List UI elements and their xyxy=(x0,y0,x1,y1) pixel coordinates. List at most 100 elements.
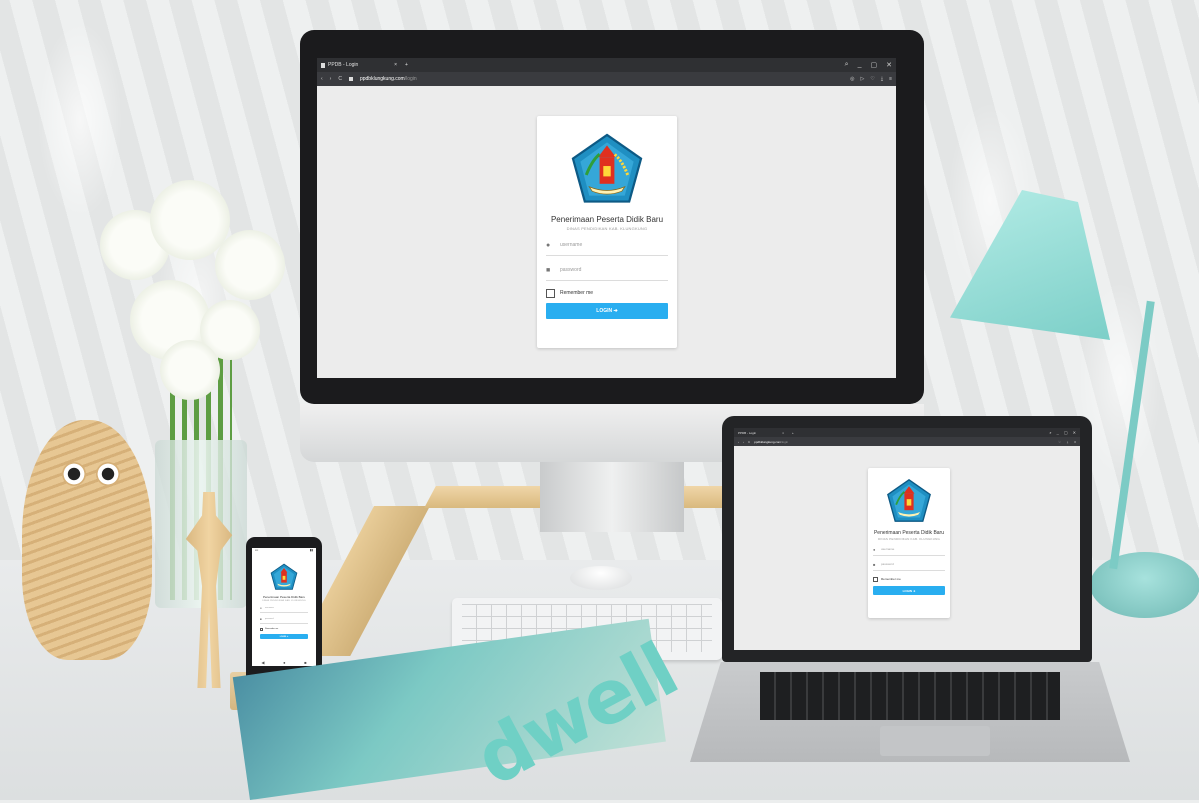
download-icon[interactable]: ⤓ xyxy=(1067,440,1068,444)
home-icon[interactable]: ● xyxy=(283,660,285,665)
password-placeholder: password xyxy=(560,267,582,273)
password-field[interactable]: ■ password xyxy=(546,260,668,281)
klungkung-emblem-icon xyxy=(270,563,298,590)
browser-tab-bar: PPDB - Login × + ⌕ _ ▢ ✕ xyxy=(317,58,896,72)
search-icon[interactable]: ⌕ xyxy=(1049,430,1051,435)
reload-icon[interactable]: C xyxy=(338,76,342,82)
login-page: Penerimaan Peserta Didik Baru DINAS PEND… xyxy=(317,86,896,378)
checkbox-box[interactable] xyxy=(546,288,555,298)
page-icon xyxy=(321,62,325,68)
laptop-keyboard xyxy=(760,672,1060,720)
remember-me-label: Remember me xyxy=(265,628,279,630)
user-icon: ● xyxy=(546,241,551,249)
maximize-icon[interactable]: ▢ xyxy=(871,61,878,69)
password-placeholder: password xyxy=(881,562,894,566)
maximize-icon[interactable]: ▢ xyxy=(1064,430,1068,435)
login-page: Penerimaan Peserta Didik Baru DINAS PEND… xyxy=(734,446,1080,650)
download-icon[interactable]: ⤓ xyxy=(881,76,883,82)
browser-tab[interactable]: PPDB - Login × xyxy=(738,428,788,437)
login-card: Penerimaan Peserta Didik Baru DINAS PEND… xyxy=(537,116,677,348)
wooden-owl xyxy=(22,420,152,660)
flower xyxy=(160,340,220,400)
heart-icon[interactable]: ♡ xyxy=(870,76,874,82)
monitor-stand xyxy=(540,462,684,532)
back-icon[interactable]: ‹ xyxy=(738,440,739,444)
app-subtitle: DINAS PENDIDIKAN KAB. KLUNGKUNG xyxy=(262,600,306,602)
app-title: Penerimaan Peserta Didik Baru xyxy=(873,530,945,536)
remember-me-checkbox[interactable]: Remember me xyxy=(260,626,308,632)
back-icon[interactable]: ‹ xyxy=(321,76,323,82)
close-window-icon[interactable]: ✕ xyxy=(886,61,892,69)
checkbox-box[interactable] xyxy=(260,627,263,631)
close-tab-icon[interactable]: × xyxy=(782,431,784,435)
login-button[interactable]: LOGIN ➔ xyxy=(260,634,308,639)
lock-icon: ■ xyxy=(546,266,551,274)
password-field[interactable]: ■ password xyxy=(873,558,945,571)
window-controls: ⌕ _ ▢ ✕ xyxy=(845,61,892,69)
browser-tab[interactable]: PPDB - Login × xyxy=(321,58,401,72)
url-field[interactable]: ppdbklungkung.com/login xyxy=(360,76,417,82)
browser-tab-bar: PPDB - Login × + ⌕ _ ▢ ✕ xyxy=(734,428,1080,437)
reload-icon[interactable]: C xyxy=(748,440,750,444)
password-field[interactable]: ■ password xyxy=(260,615,308,624)
menu-icon[interactable]: ≡ xyxy=(1074,440,1076,444)
window-controls: ⌕ _ ▢ ✕ xyxy=(1049,430,1076,435)
lock-icon: ■ xyxy=(873,561,876,567)
owl-eye xyxy=(62,462,86,486)
laptop-trackpad xyxy=(880,726,990,756)
username-field[interactable]: ● username xyxy=(873,543,945,556)
play-icon[interactable]: ▷ xyxy=(861,76,865,82)
menu-icon[interactable]: ≡ xyxy=(889,76,892,82)
address-bar: ‹ › C ppdbklungkung.com/login ◎ ▷ ♡ ⤓ ≡ xyxy=(317,72,896,86)
flower xyxy=(215,230,285,300)
app-title: Penerimaan Peserta Didik Baru xyxy=(550,215,664,224)
owl-eye xyxy=(96,462,120,486)
heart-icon[interactable]: ♡ xyxy=(1058,440,1061,444)
url-field[interactable]: ppdbklungkung.com/login xyxy=(754,440,788,444)
screenshot-icon[interactable]: ◎ xyxy=(850,76,854,82)
username-placeholder: username xyxy=(560,242,583,248)
username-field[interactable]: ● username xyxy=(546,235,668,256)
app-title: Penerimaan Peserta Didik Baru xyxy=(262,595,306,599)
klungkung-emblem-icon xyxy=(571,133,643,203)
login-card-mobile: Penerimaan Peserta Didik Baru DINAS PEND… xyxy=(256,556,312,656)
remember-me-checkbox[interactable]: Remember me xyxy=(873,575,945,583)
lock-icon xyxy=(348,77,353,81)
remember-me-label: Remember me xyxy=(881,577,901,581)
phone-nav-bar: ◀ ● ■ xyxy=(252,658,316,666)
new-tab-button[interactable]: + xyxy=(405,62,408,68)
minimize-icon[interactable]: _ xyxy=(1057,430,1059,435)
login-button[interactable]: LOGIN ➔ xyxy=(873,586,945,595)
browser-toolbar-icons: ♡ ⤓ ≡ xyxy=(1058,440,1076,444)
username-placeholder: username xyxy=(881,547,895,551)
app-subtitle: DINAS PENDIDIKAN KAB. KLUNGKUNG xyxy=(566,226,648,231)
checkbox-box[interactable] xyxy=(873,576,878,582)
klungkung-emblem-icon xyxy=(887,478,931,522)
address-bar: ‹ › C ppdbklungkung.com/login ♡ ⤓ ≡ xyxy=(734,437,1080,446)
lamp-base xyxy=(1090,552,1199,618)
phone-screen: ▪▪▪ ▮▮ Penerimaan Peserta Didik Baru DINA… xyxy=(252,548,316,666)
browser-toolbar-icons: ◎ ▷ ♡ ⤓ ≡ xyxy=(850,76,892,82)
laptop-screen: PPDB - Login × + ⌕ _ ▢ ✕ ‹ › C ppdbklung… xyxy=(734,428,1080,650)
remember-me-label: Remember me xyxy=(560,290,594,296)
back-icon[interactable]: ◀ xyxy=(261,660,264,665)
user-icon: ● xyxy=(873,546,876,552)
minimize-icon[interactable]: _ xyxy=(858,61,862,69)
recents-icon[interactable]: ■ xyxy=(304,660,306,665)
app-subtitle: DINAS PENDIDIKAN KAB. KLUNGKUNG xyxy=(877,537,941,541)
password-placeholder: password xyxy=(265,618,274,620)
tab-title: PPDB - Login xyxy=(328,62,359,68)
username-placeholder: username xyxy=(265,607,274,609)
forward-icon[interactable]: › xyxy=(743,440,744,444)
close-window-icon[interactable]: ✕ xyxy=(1073,430,1076,435)
login-card: Penerimaan Peserta Didik Baru DINAS PEND… xyxy=(868,468,950,618)
phone-status-bar: ▪▪▪ ▮▮ xyxy=(255,548,313,552)
search-icon[interactable]: ⌕ xyxy=(845,61,849,69)
new-tab-button[interactable]: + xyxy=(792,431,794,435)
remember-me-checkbox[interactable]: Remember me xyxy=(546,287,668,299)
close-tab-icon[interactable]: × xyxy=(394,62,397,68)
login-button[interactable]: LOGIN ➔ xyxy=(546,303,668,319)
username-field[interactable]: ● username xyxy=(260,604,308,613)
mouse xyxy=(570,566,632,590)
forward-icon[interactable]: › xyxy=(330,76,332,82)
